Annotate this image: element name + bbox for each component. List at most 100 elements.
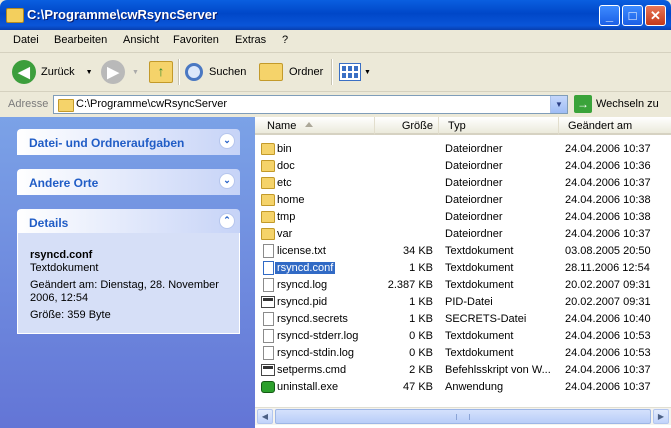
script-file-icon <box>261 364 275 376</box>
folder-up-icon: ↑ <box>149 61 173 83</box>
file-modified: 24.04.2006 10:38 <box>565 194 651 206</box>
file-modified: 24.04.2006 10:40 <box>565 313 651 325</box>
address-bar: Adresse C:\Programme\cwRsyncServer ▼ → W… <box>0 93 671 117</box>
maximize-button[interactable]: □ <box>622 5 643 26</box>
chevron-down-icon: ▼ <box>364 68 371 76</box>
file-tasks-header[interactable]: Datei- und Ordneraufgaben ⌄ <box>17 129 240 155</box>
chevron-down-icon[interactable]: ⌄ <box>219 133 235 149</box>
forward-button[interactable]: ▶ ▼ <box>101 57 139 87</box>
table-row[interactable]: etc Dateiordner 24.04.2006 10:37 <box>255 175 671 192</box>
menu-favoriten[interactable]: Favoriten <box>173 34 219 46</box>
menu-ansicht[interactable]: Ansicht <box>123 34 159 46</box>
back-arrow-icon: ◀ <box>12 60 36 84</box>
file-modified: 24.04.2006 10:53 <box>565 347 651 359</box>
address-input[interactable]: C:\Programme\cwRsyncServer ▼ <box>53 95 568 114</box>
scroll-thumb[interactable] <box>275 409 651 424</box>
folder-icon <box>261 211 275 223</box>
table-row[interactable]: rsyncd.secrets 1 KB SECRETS-Datei 24.04.200… <box>255 311 671 328</box>
file-type: Dateiordner <box>445 194 503 206</box>
file-modified: 28.11.2006 12:54 <box>565 262 650 274</box>
file-modified: 24.04.2006 10:37 <box>565 143 651 155</box>
table-row[interactable]: license.txt 34 KB Textdokument 03.08.2005 2… <box>255 243 671 260</box>
application-icon <box>261 381 275 393</box>
chevron-up-icon[interactable]: ⌃ <box>219 213 235 229</box>
file-modified: 24.04.2006 10:37 <box>565 228 651 240</box>
scroll-left-button[interactable]: ◀ <box>257 409 273 424</box>
table-row[interactable]: tmp Dateiordner 24.04.2006 10:38 <box>255 209 671 226</box>
file-size: 47 KB <box>403 381 433 393</box>
text-file-icon <box>263 244 274 258</box>
forward-arrow-icon: ▶ <box>101 60 125 84</box>
table-row[interactable]: rsyncd.conf 1 KB Textdokument 28.11.2006 12… <box>255 260 671 277</box>
minimize-button[interactable]: _ <box>599 5 620 26</box>
file-name: bin <box>277 143 292 155</box>
explorer-window: C:\Programme\cwRsyncServer _ □ ✕ Datei B… <box>0 0 671 428</box>
toolbar-separator <box>178 59 180 85</box>
scroll-right-button[interactable]: ▶ <box>653 409 669 424</box>
chevron-down-icon[interactable]: ⌄ <box>219 173 235 189</box>
folder-icon <box>261 194 275 206</box>
details-header[interactable]: Details ⌃ <box>17 209 240 235</box>
file-type: Textdokument <box>445 262 514 274</box>
menu-datei[interactable]: Datei <box>13 34 39 46</box>
up-button[interactable]: ↑ <box>149 57 173 87</box>
file-type: PID-Datei <box>445 296 493 308</box>
file-modified: 20.02.2007 09:31 <box>565 296 651 308</box>
column-header-type[interactable]: Typ <box>439 117 559 135</box>
table-row[interactable]: home Dateiordner 24.04.2006 10:38 <box>255 192 671 209</box>
details-panel: rsyncd.conf Textdokument Geändert am: Di… <box>17 233 240 334</box>
column-header-modified[interactable]: Geändert am <box>559 117 671 135</box>
go-button[interactable]: → Wechseln zu <box>574 95 659 113</box>
file-name: tmp <box>277 211 296 223</box>
text-file-icon <box>263 261 274 275</box>
file-size: 1 KB <box>409 296 433 308</box>
search-button[interactable]: Suchen <box>185 57 246 87</box>
file-name: rsyncd.pid <box>277 296 328 308</box>
text-file-icon <box>263 329 274 343</box>
search-label: Suchen <box>209 66 247 78</box>
file-name: rsyncd.conf <box>275 262 336 274</box>
menu-help[interactable]: ? <box>282 34 288 46</box>
address-value: C:\Programme\cwRsyncServer <box>76 98 227 110</box>
views-button[interactable]: ▼ <box>339 57 371 87</box>
details-modified-line2: 2006, 12:54 <box>30 292 89 304</box>
file-modified: 24.04.2006 10:53 <box>565 330 651 342</box>
table-row[interactable]: bin Dateiordner 24.04.2006 10:37 <box>255 141 671 158</box>
column-header-size[interactable]: Größe <box>375 117 439 135</box>
file-type: Dateiordner <box>445 211 503 223</box>
table-row[interactable]: var Dateiordner 24.04.2006 10:37 <box>255 226 671 243</box>
table-row[interactable]: rsyncd-stdin.log 0 KB Textdokument 24.04.20… <box>255 345 671 362</box>
menu-extras[interactable]: Extras <box>235 34 266 46</box>
horizontal-scrollbar[interactable]: ◀ ▶ <box>255 407 671 425</box>
go-arrow-icon: → <box>574 95 592 113</box>
file-list: Name Größe Typ Geändert am bin Dateiordne… <box>255 117 671 428</box>
address-dropdown-button[interactable]: ▼ <box>550 96 567 113</box>
menu-bearbeiten[interactable]: Bearbeiten <box>54 34 107 46</box>
file-size: 2 KB <box>409 364 433 376</box>
back-button[interactable]: ◀ Zurück ▼ <box>12 57 93 87</box>
file-size: 34 KB <box>403 245 433 257</box>
title-bar[interactable]: C:\Programme\cwRsyncServer _ □ ✕ <box>0 0 671 30</box>
table-row[interactable]: rsyncd.log 2.387 KB Textdokument 20.02.2007… <box>255 277 671 294</box>
folders-button[interactable]: Ordner <box>259 57 323 87</box>
file-size: 0 KB <box>409 330 433 342</box>
table-row[interactable]: uninstall.exe 47 KB Anwendung 24.04.2006 10… <box>255 379 671 396</box>
table-row[interactable]: setperms.cmd 2 KB Befehlsskript von W... 24… <box>255 362 671 379</box>
search-icon <box>185 63 203 81</box>
file-modified: 03.08.2005 20:50 <box>565 245 651 257</box>
column-type-label: Typ <box>448 120 466 132</box>
toolbar: ◀ Zurück ▼ ▶ ▼ ↑ Suchen Ordner ▼ <box>0 53 671 92</box>
table-row[interactable]: rsyncd-stderr.log 0 KB Textdokument 24.04.2… <box>255 328 671 345</box>
close-button[interactable]: ✕ <box>645 5 666 26</box>
file-type: Dateiordner <box>445 228 503 240</box>
text-file-icon <box>263 346 274 360</box>
table-row[interactable]: doc Dateiordner 24.04.2006 10:36 <box>255 158 671 175</box>
folder-icon <box>261 160 275 172</box>
column-header-name[interactable]: Name <box>255 117 375 135</box>
other-places-header[interactable]: Andere Orte ⌄ <box>17 169 240 195</box>
file-modified: 24.04.2006 10:37 <box>565 177 651 189</box>
folders-icon <box>259 63 283 81</box>
folder-icon <box>261 177 275 189</box>
file-name: uninstall.exe <box>277 381 339 393</box>
table-row[interactable]: rsyncd.pid 1 KB PID-Datei 20.02.2007 09:31 <box>255 294 671 311</box>
